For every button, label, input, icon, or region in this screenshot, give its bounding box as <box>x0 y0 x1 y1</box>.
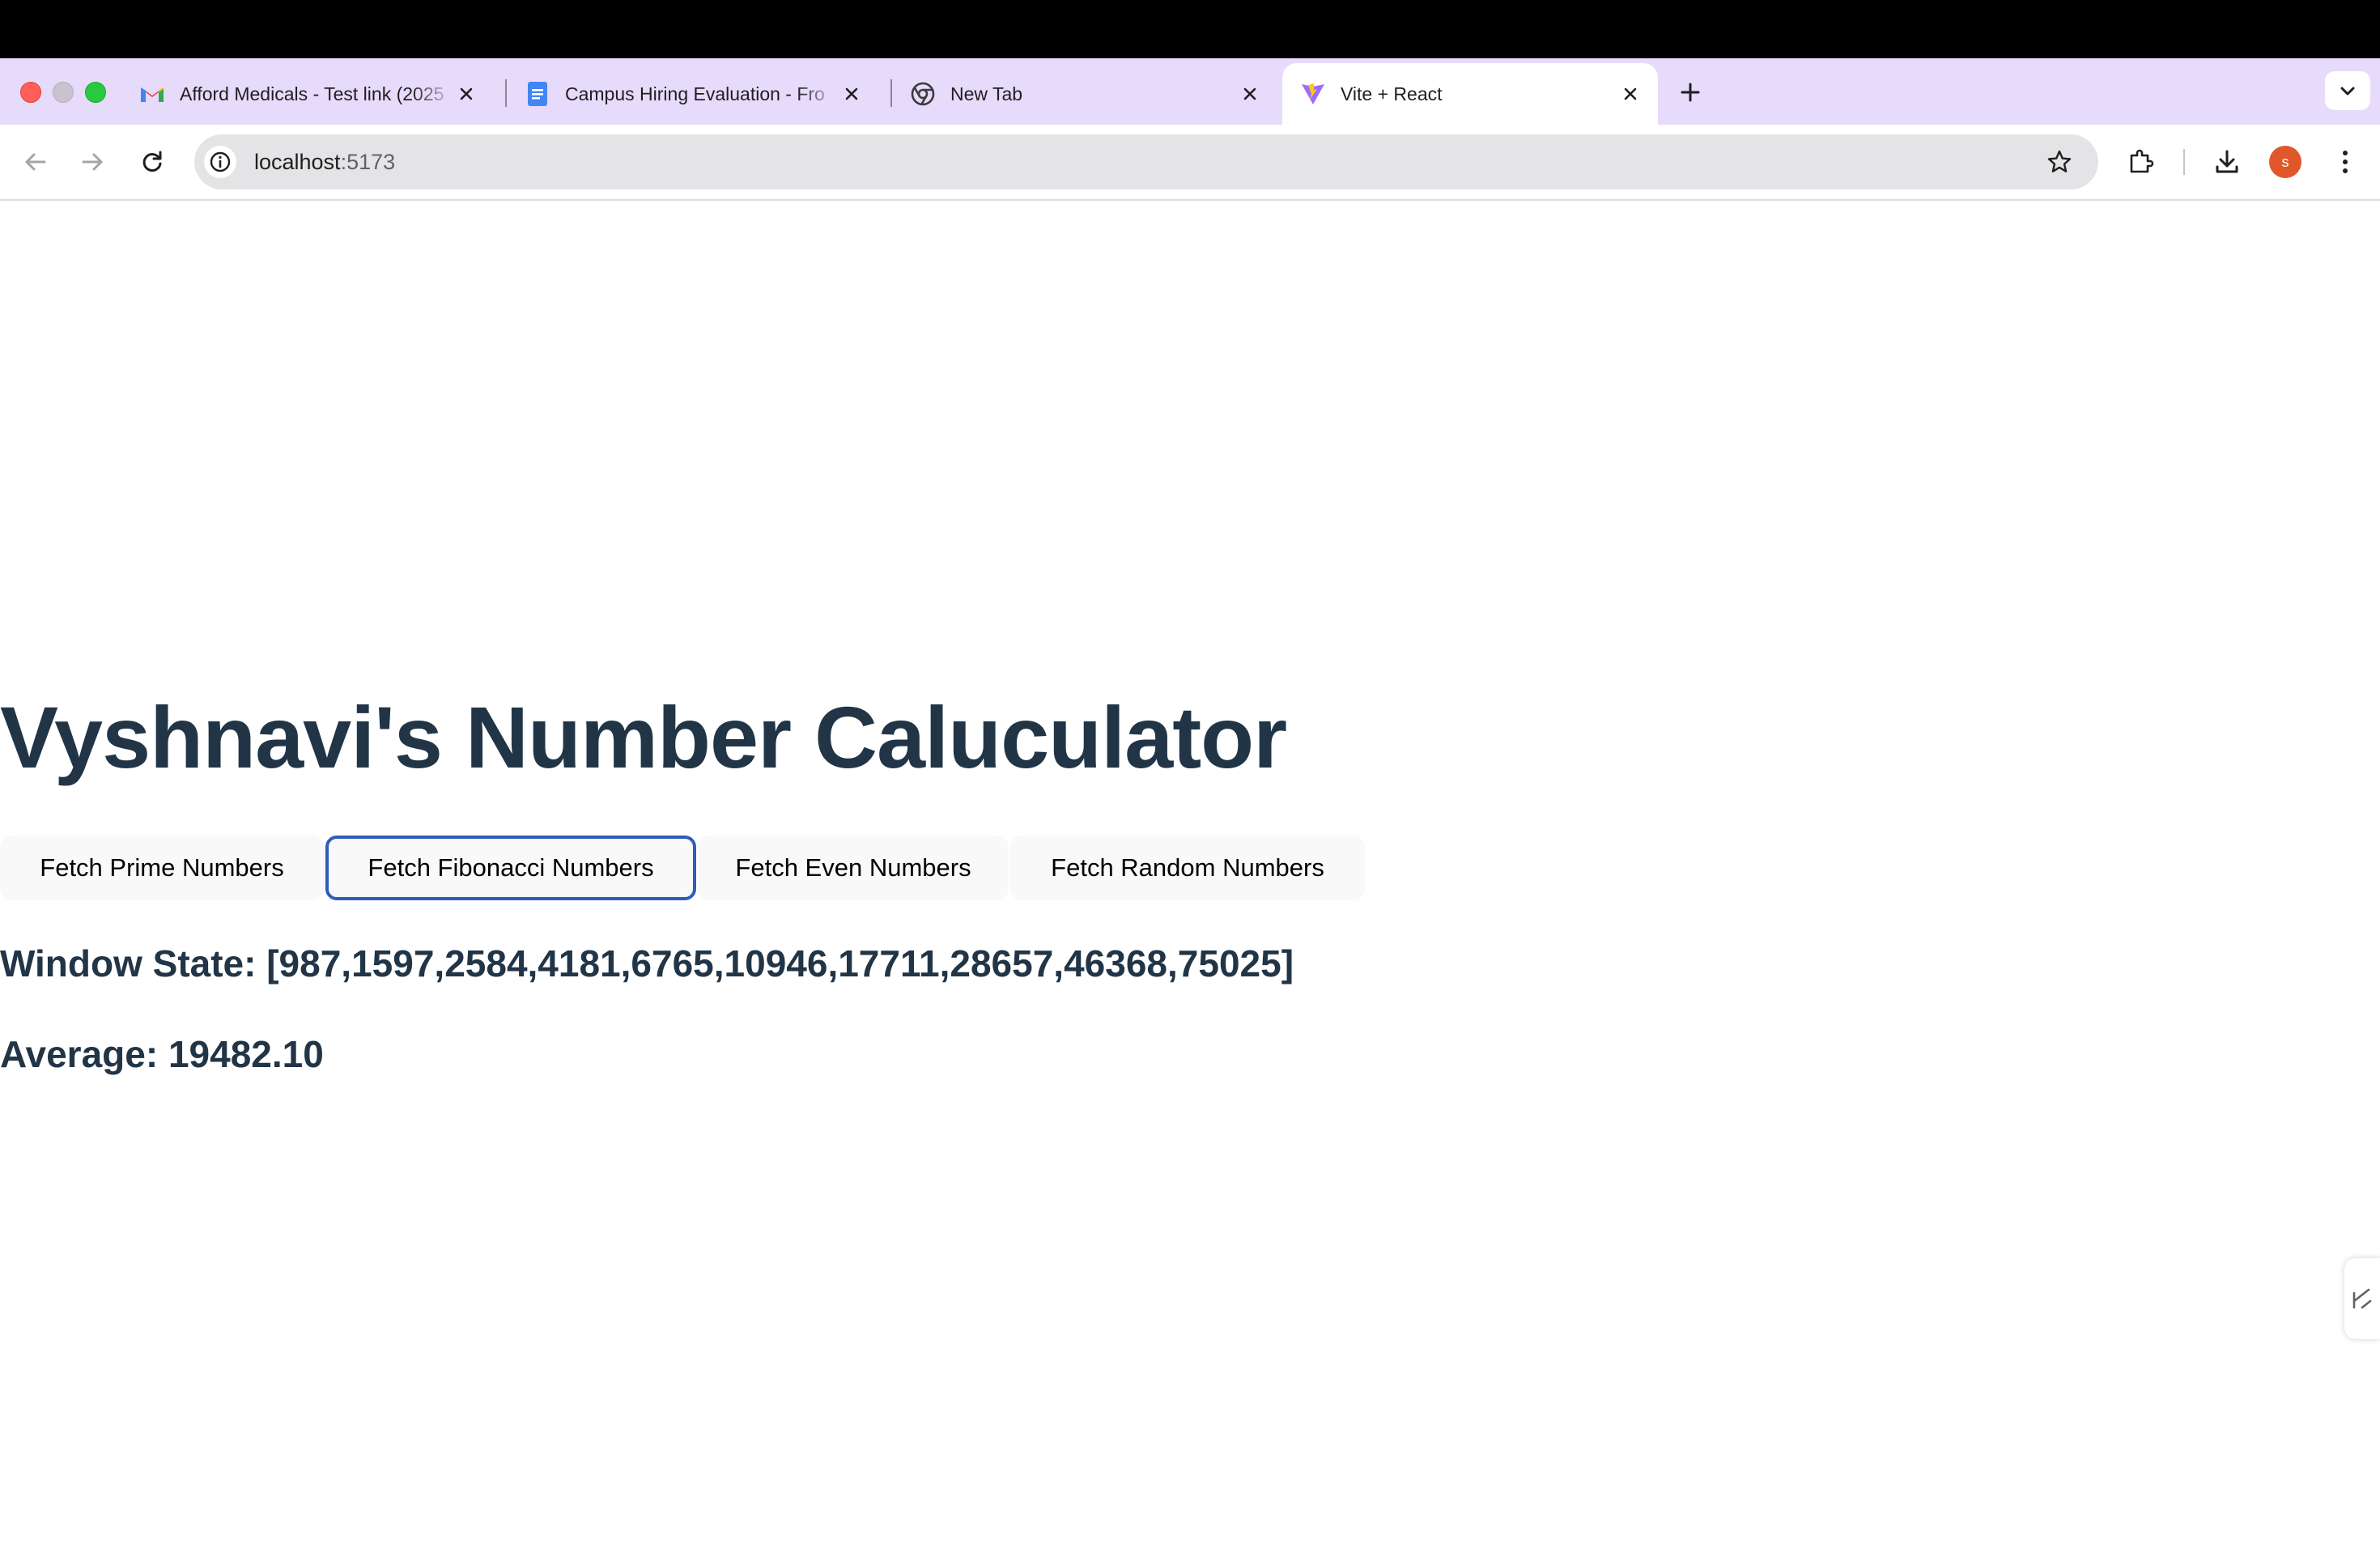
window-state-text: Window State: [987,1597,2584,4181,6765,1… <box>0 942 1294 985</box>
forward-button[interactable] <box>74 144 110 180</box>
url-text[interactable]: localhost:5173 <box>254 147 395 176</box>
tab-title: Vite + React <box>1341 83 1443 104</box>
tab-afford-medicals[interactable]: Afford Medicals - Test link (2025 <box>121 63 494 125</box>
arrow-right-icon <box>82 153 103 171</box>
window-minimize-button[interactable] <box>53 82 74 103</box>
more-menu-icon[interactable] <box>2327 144 2363 180</box>
arrow-left-icon <box>25 153 46 171</box>
close-icon[interactable] <box>1617 81 1643 107</box>
average-text: Average: 19482.10 <box>0 1033 324 1075</box>
side-panel-handle[interactable] <box>2344 1258 2380 1339</box>
download-icon[interactable] <box>2209 144 2245 180</box>
tab-vite-react[interactable]: Vite + React <box>1282 63 1658 125</box>
new-tab-button[interactable] <box>1674 76 1706 108</box>
toolbar-divider <box>2183 149 2185 175</box>
tab-title: New Tab <box>950 83 1023 104</box>
resize-handle-icon <box>2352 1288 2372 1309</box>
site-info-icon[interactable] <box>204 146 236 178</box>
page-title: Vyshnavi's Number Caluculator <box>0 688 1287 786</box>
url-host: localhost <box>254 150 341 174</box>
reload-icon <box>142 151 162 172</box>
vite-icon <box>1300 81 1326 107</box>
chrome-icon <box>910 81 936 107</box>
reload-button[interactable] <box>134 144 170 180</box>
fetch-fibonacci-button[interactable]: Fetch Fibonacci Numbers <box>325 836 696 900</box>
close-icon[interactable] <box>453 81 479 107</box>
tab-search-button[interactable] <box>2325 71 2370 110</box>
close-icon[interactable] <box>839 81 865 107</box>
tab-campus-hiring[interactable]: Campus Hiring Evaluation - Fro <box>507 63 879 125</box>
address-bar[interactable] <box>194 134 2098 189</box>
google-docs-icon <box>525 81 550 107</box>
bookmark-star-icon[interactable] <box>2042 144 2077 180</box>
profile-avatar[interactable]: s <box>2269 146 2301 178</box>
fetch-prime-button[interactable]: Fetch Prime Numbers <box>0 836 324 900</box>
window-close-button[interactable] <box>20 82 41 103</box>
extensions-icon[interactable] <box>2123 144 2159 180</box>
back-button[interactable] <box>18 144 53 180</box>
window-maximize-button[interactable] <box>85 82 106 103</box>
url-port: :5173 <box>340 150 396 174</box>
gmail-icon <box>139 81 165 107</box>
tab-title: Afford Medicals - Test link (2025 <box>180 83 444 104</box>
fetch-random-button[interactable]: Fetch Random Numbers <box>1010 836 1365 900</box>
plus-icon <box>1681 83 1700 102</box>
close-icon[interactable] <box>1237 81 1263 107</box>
tab-new-tab[interactable]: New Tab <box>892 63 1277 125</box>
chevron-down-icon <box>2340 87 2355 96</box>
menu-bar-background <box>0 0 2380 58</box>
fetch-even-button[interactable]: Fetch Even Numbers <box>698 836 1009 900</box>
tab-title: Campus Hiring Evaluation - Fro <box>565 83 825 104</box>
